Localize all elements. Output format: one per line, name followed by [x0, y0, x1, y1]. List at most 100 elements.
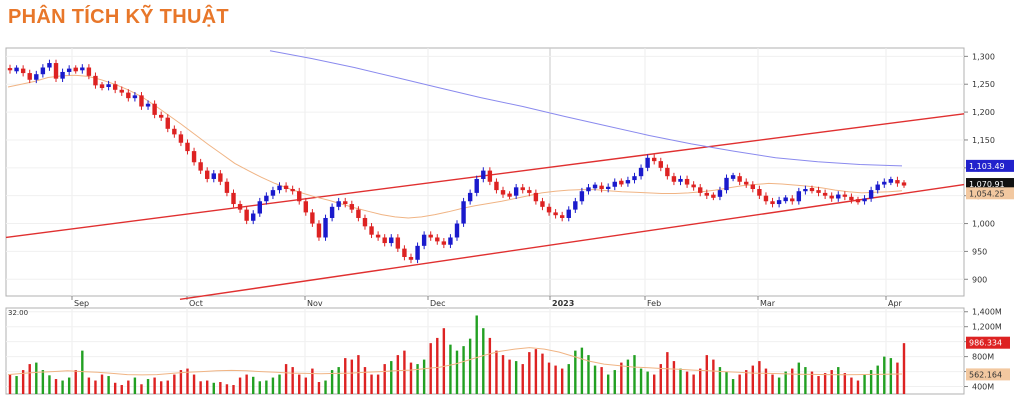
candle: [382, 237, 387, 244]
volume-bar: [219, 382, 222, 394]
candle: [435, 237, 440, 242]
candle: [625, 180, 631, 184]
volume-bar: [606, 374, 610, 394]
candle: [737, 176, 742, 182]
candle: [770, 201, 775, 205]
volume-bar: [725, 371, 728, 394]
volume-bar: [817, 376, 820, 394]
candle: [20, 68, 26, 74]
volume-bar: [626, 359, 630, 394]
candle: [645, 157, 650, 168]
volume-bar: [127, 380, 130, 394]
volume-bar: [87, 377, 91, 394]
volume-bar: [672, 361, 676, 394]
volume-bar: [173, 374, 176, 394]
volume-bar: [271, 377, 275, 394]
volume-bar: [317, 382, 321, 394]
candle: [316, 223, 322, 238]
x-tick-label: Dec: [430, 299, 445, 308]
volume-bar: [560, 368, 564, 394]
volume-bar: [206, 380, 209, 394]
candle: [126, 92, 131, 99]
candle: [47, 63, 52, 68]
candle: [66, 68, 72, 72]
volume-bar: [199, 381, 202, 394]
x-tick-label: Mar: [760, 299, 776, 308]
volume-bar: [15, 376, 18, 394]
volume-bar: [593, 365, 597, 394]
candle: [244, 209, 249, 221]
candle: [277, 185, 282, 191]
candle: [513, 187, 519, 196]
candle: [796, 191, 802, 202]
candle: [573, 201, 578, 210]
candle: [93, 75, 98, 86]
candle: [836, 194, 841, 199]
candle: [251, 213, 256, 221]
candle: [888, 179, 894, 183]
volume-bar: [541, 353, 544, 394]
volume-bar: [403, 350, 406, 394]
volume-bar: [666, 352, 669, 394]
volume-bar: [159, 381, 163, 394]
volume-bar: [258, 381, 261, 394]
volume-bar: [304, 377, 308, 394]
candle: [343, 201, 348, 205]
candle: [119, 89, 124, 93]
x-tick-label: 2023: [552, 299, 574, 308]
candle: [875, 184, 880, 191]
candle: [842, 194, 848, 197]
volume-bar: [212, 382, 215, 394]
candle: [717, 190, 723, 197]
volume-bar: [133, 377, 137, 394]
candle: [862, 198, 867, 202]
candle: [724, 177, 729, 191]
candle: [803, 188, 808, 192]
volume-bar: [363, 367, 367, 394]
candle: [901, 182, 907, 186]
candle: [559, 215, 565, 218]
candle: [389, 237, 394, 244]
candle: [652, 157, 657, 162]
volume-bar: [731, 379, 735, 394]
volume-bar: [41, 370, 45, 394]
y-tick-label: 1,400M: [972, 308, 1002, 317]
candle: [757, 188, 762, 196]
candle: [158, 114, 164, 118]
volume-bar: [758, 361, 761, 394]
volume-bar: [751, 365, 755, 394]
volume-bar: [100, 374, 104, 394]
volume-bar: [468, 338, 472, 394]
volume-bar: [554, 365, 557, 394]
volume-bar: [633, 355, 636, 394]
candle: [487, 170, 493, 182]
candle: [711, 194, 716, 198]
volume-bar: [462, 346, 465, 394]
candle: [658, 161, 663, 168]
volume-bar: [830, 370, 833, 394]
volume-bar: [521, 364, 524, 394]
candle: [540, 201, 545, 207]
candle: [27, 73, 32, 80]
candle: [112, 84, 118, 90]
candle: [507, 193, 512, 197]
candle: [86, 67, 92, 76]
candle: [152, 103, 157, 115]
candle: [461, 201, 466, 224]
y-tick-label: 800M: [972, 353, 994, 362]
volume-bar: [28, 364, 31, 394]
volume-bar: [74, 370, 77, 394]
volume-bar: [146, 379, 150, 394]
candle: [106, 84, 111, 88]
x-tick-label: Nov: [307, 299, 323, 308]
candle: [527, 190, 532, 193]
volume-bar: [225, 384, 229, 394]
volume-bar: [791, 368, 794, 394]
candle: [750, 184, 756, 189]
volume-bar: [475, 315, 478, 394]
volume-bar: [482, 328, 485, 394]
page-title: PHÂN TÍCH KỸ THUẬT: [8, 6, 229, 28]
candle: [816, 190, 821, 193]
volume-bar: [357, 355, 360, 394]
volume-bar: [48, 375, 51, 394]
